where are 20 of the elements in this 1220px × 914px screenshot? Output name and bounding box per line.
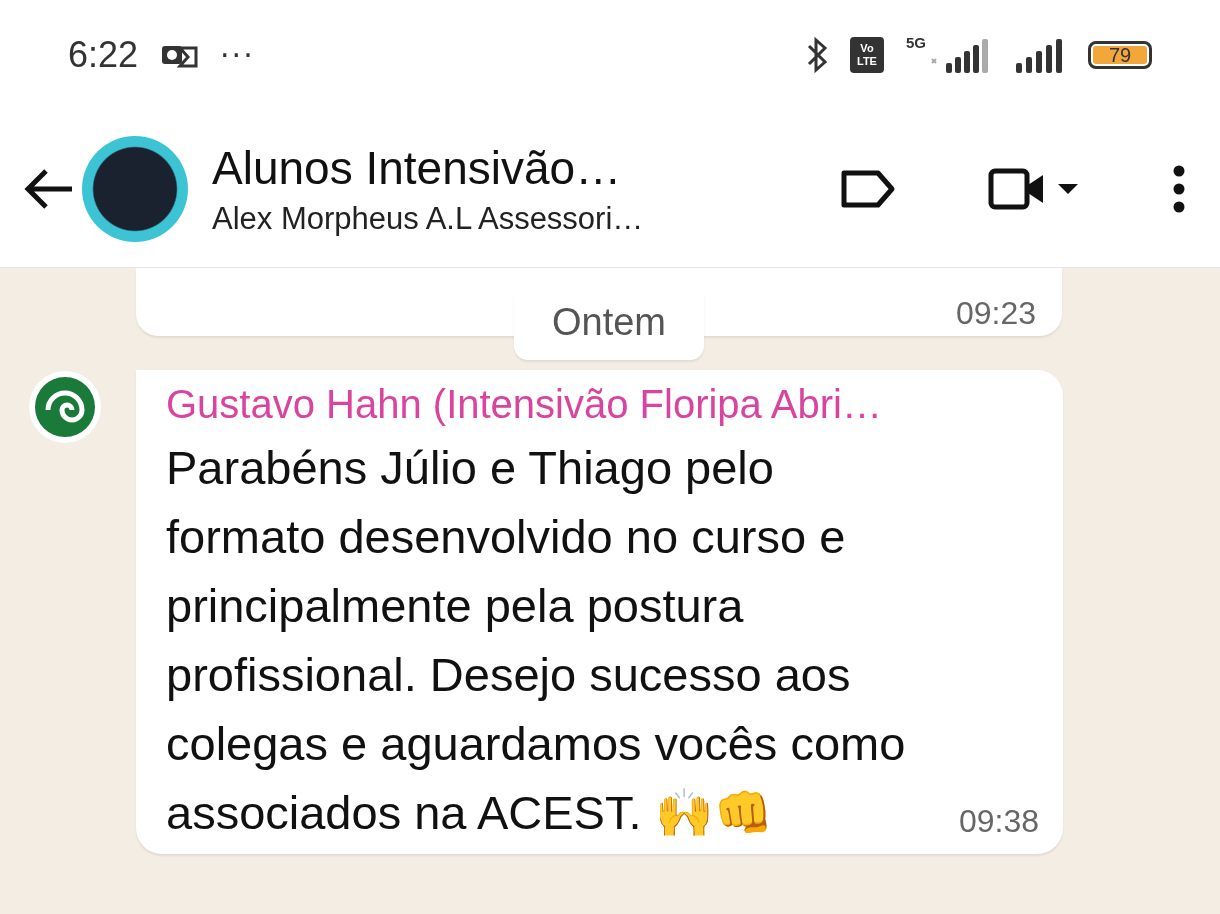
message-time: 09:23 bbox=[955, 295, 1036, 332]
battery-level: 79 bbox=[1093, 46, 1147, 64]
sender-name[interactable]: Gustavo Hahn (Intensivão Floripa Abri… bbox=[166, 382, 1039, 427]
label-button[interactable] bbox=[840, 168, 896, 209]
message-time: 09:38 bbox=[958, 803, 1039, 840]
video-call-button[interactable] bbox=[988, 166, 1080, 211]
network-type: 5G bbox=[906, 34, 926, 51]
caret-icon bbox=[1056, 181, 1080, 196]
more-notifications-icon: ··· bbox=[220, 37, 255, 73]
date-chip: Ontem bbox=[514, 284, 704, 360]
chat-participants[interactable]: Alex Morpheus A.L Assessori… bbox=[212, 200, 840, 237]
menu-button[interactable] bbox=[1172, 163, 1186, 214]
volte-badge: Vo LTE bbox=[850, 37, 884, 73]
chat-title[interactable]: Alunos Intensivão… bbox=[212, 140, 840, 195]
video-camera-icon bbox=[988, 166, 1046, 211]
sender-avatar-icon[interactable] bbox=[28, 370, 102, 444]
back-button[interactable] bbox=[22, 166, 74, 211]
bluetooth-icon bbox=[806, 35, 828, 75]
message-text: Parabéns Júlio e Thiago pelo formato desenvolvido no curso e principalmente pela postura profissional. Desejo sucesso aos colegas e aguardamos vocês como associados na ACEST. 🙌👊 bbox=[166, 440, 907, 841]
status-time: 6:22 bbox=[68, 34, 139, 76]
